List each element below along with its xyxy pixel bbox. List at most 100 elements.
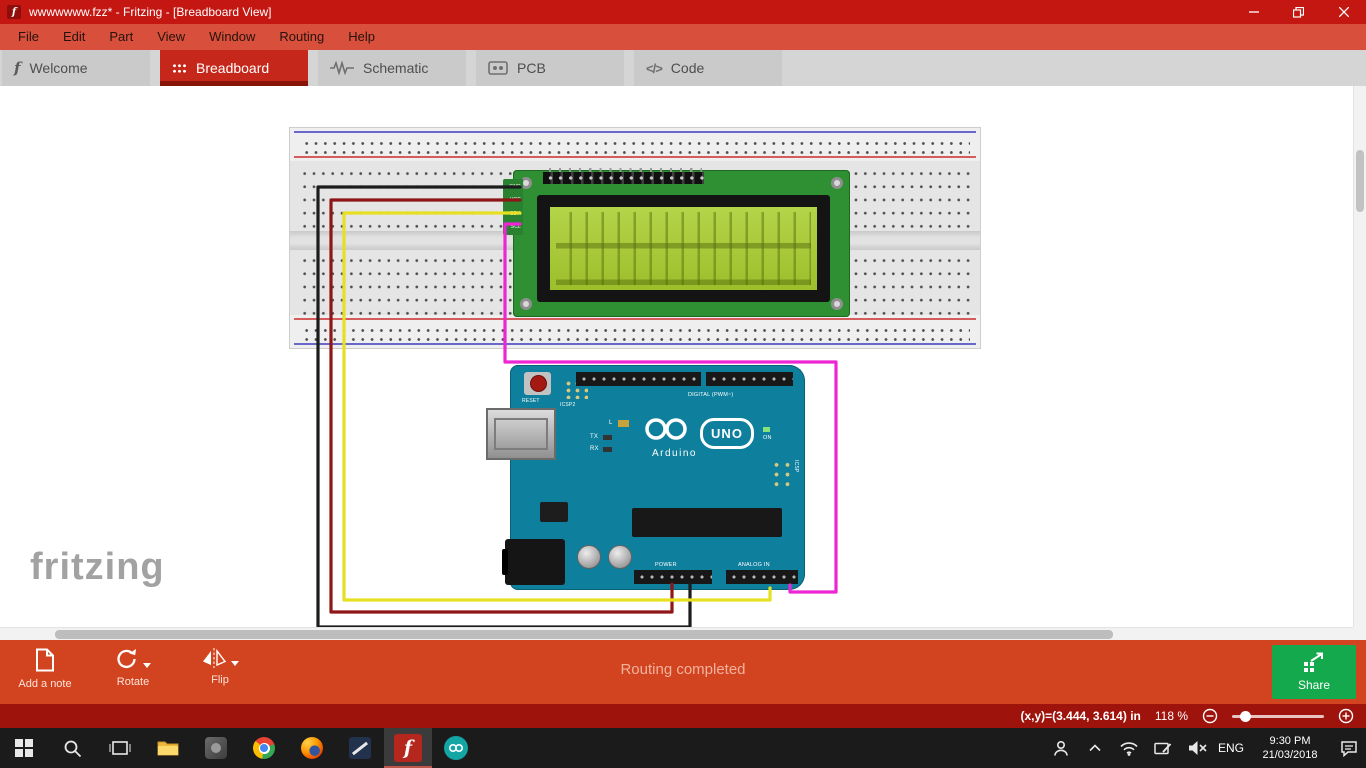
share-button[interactable]: Share: [1272, 645, 1356, 699]
icsp2-label: ICSP2: [560, 402, 576, 408]
lcd-bezel: [537, 195, 830, 302]
reset-button: [524, 372, 551, 395]
horizontal-scrollbar[interactable]: [0, 627, 1353, 640]
action-center-button[interactable]: [1332, 728, 1366, 768]
capacitor: [577, 545, 601, 569]
menu-item-routing[interactable]: Routing: [267, 24, 336, 50]
zoom-slider[interactable]: [1232, 710, 1324, 722]
fritzing-taskbar-button[interactable]: f: [384, 728, 432, 768]
tab-welcome[interactable]: f Welcome: [2, 50, 150, 86]
task-view-button[interactable]: [96, 728, 144, 768]
language-indicator[interactable]: ENG: [1214, 728, 1248, 768]
start-button[interactable]: [0, 728, 48, 768]
system-tray: ENG 9:30 PM 21/03/2018: [1044, 728, 1366, 768]
code-icon: </>: [646, 60, 663, 76]
tab-breadboard[interactable]: Breadboard: [160, 50, 308, 86]
restore-button[interactable]: [1276, 0, 1321, 24]
analog-header-label: ANALOG IN: [738, 562, 770, 568]
menu-item-file[interactable]: File: [6, 24, 51, 50]
lcd-i2c-header: GND VCC SDA SCL: [503, 179, 523, 235]
led-on: [763, 427, 770, 432]
power-header-label: POWER: [655, 562, 677, 568]
fritzing-window: f wwwwwww.fzz* - Fritzing - [Breadboard …: [0, 0, 1366, 768]
breadboard-canvas[interactable]: fritzing GND VCC SDA SCL RESET ICSP2 DIG…: [0, 86, 1366, 640]
task-view-icon: [109, 741, 131, 755]
app-icon-3: [444, 736, 468, 760]
app-button-2[interactable]: [336, 728, 384, 768]
breadboard-power-rail-top: [290, 128, 980, 161]
firefox-button[interactable]: [288, 728, 336, 768]
zoom-slider-knob[interactable]: [1240, 710, 1251, 722]
lcd-pin-gnd-label: GND: [509, 184, 521, 190]
window-controls: [1231, 0, 1366, 24]
close-button[interactable]: [1321, 0, 1366, 24]
lcd-pin-scl-label: SCL: [510, 223, 521, 230]
firefox-icon: [301, 737, 323, 759]
fritzing-f-icon: f: [14, 59, 21, 77]
digital-label: DIGITAL (PWM~): [688, 392, 734, 398]
reset-label: RESET: [522, 398, 540, 404]
wifi-button[interactable]: [1112, 728, 1146, 768]
tab-code-label: Code: [670, 60, 705, 76]
restore-icon: [1293, 6, 1304, 18]
pen-workspace-button[interactable]: [1146, 728, 1180, 768]
tab-pcb[interactable]: PCB: [476, 50, 624, 86]
zoom-in-button[interactable]: [1338, 708, 1354, 724]
tab-welcome-label: Welcome: [29, 60, 88, 76]
icsp-label: ICSP: [793, 460, 799, 473]
digital-header-right: [706, 372, 793, 386]
menu-item-edit[interactable]: Edit: [51, 24, 97, 50]
menu-item-window[interactable]: Window: [197, 24, 267, 50]
arduino-infinity-logo: [641, 415, 695, 448]
clock[interactable]: 9:30 PM 21/03/2018: [1248, 728, 1332, 768]
capacitor: [608, 545, 632, 569]
time-label: 9:30 PM: [1269, 735, 1311, 747]
breadboard-power-rail-bottom: [290, 315, 980, 348]
vertical-scrollbar-thumb[interactable]: [1356, 150, 1364, 212]
app-button-1[interactable]: [192, 728, 240, 768]
file-explorer-button[interactable]: [144, 728, 192, 768]
atmega-chip: [632, 508, 782, 537]
led-l-label: L: [609, 420, 613, 426]
chrome-button[interactable]: [240, 728, 288, 768]
tx-label: TX: [590, 434, 599, 440]
power-header: [634, 570, 712, 584]
app-button-3[interactable]: [432, 728, 480, 768]
titlebar: f wwwwwww.fzz* - Fritzing - [Breadboard …: [0, 0, 1366, 24]
minimize-button[interactable]: [1231, 0, 1276, 24]
menu-item-view[interactable]: View: [145, 24, 197, 50]
arduino-uno[interactable]: RESET ICSP2 DIGITAL (PWM~) L TX RX UNO A…: [486, 365, 805, 590]
voltage-regulator: [540, 502, 568, 522]
scrollbar-corner: [1353, 627, 1366, 640]
tab-schematic-label: Schematic: [363, 60, 429, 76]
volume-button[interactable]: [1180, 728, 1214, 768]
horizontal-scrollbar-thumb[interactable]: [55, 630, 1113, 639]
routing-status: Routing completed: [620, 661, 746, 678]
arduino-brand-label: Arduino: [652, 448, 697, 459]
zoom-out-button[interactable]: [1202, 708, 1218, 724]
hidden-icons-button[interactable]: [1078, 728, 1112, 768]
pcb-icon: [488, 61, 508, 75]
windows-logo-icon: [15, 739, 33, 757]
vertical-scrollbar[interactable]: [1353, 86, 1366, 627]
power-jack: [502, 539, 565, 585]
breadboard-grid-icon: [172, 62, 187, 74]
wifi-icon: [1120, 742, 1138, 756]
lcd-pin-sda-label: SDA: [510, 210, 521, 217]
bottom-toolbar: Add a note Rotate Flip Routing completed…: [0, 640, 1366, 704]
led-rx: [603, 447, 612, 452]
chrome-icon: [253, 737, 275, 759]
view-tabbar: f Welcome Breadboard Schematic PCB </> C…: [0, 50, 1366, 86]
tab-schematic[interactable]: Schematic: [318, 50, 466, 86]
menu-item-help[interactable]: Help: [336, 24, 387, 50]
tab-code[interactable]: </> Code: [634, 50, 782, 86]
app-icon-2: [349, 737, 371, 759]
search-icon: [64, 740, 81, 757]
lcd-16x2-display[interactable]: GND VCC SDA SCL: [503, 168, 850, 317]
search-button[interactable]: [48, 728, 96, 768]
people-icon: [1054, 740, 1068, 756]
volume-muted-icon: [1189, 741, 1207, 755]
menu-item-part[interactable]: Part: [97, 24, 145, 50]
people-button[interactable]: [1044, 728, 1078, 768]
fritzing-logo-icon: f: [7, 5, 21, 19]
